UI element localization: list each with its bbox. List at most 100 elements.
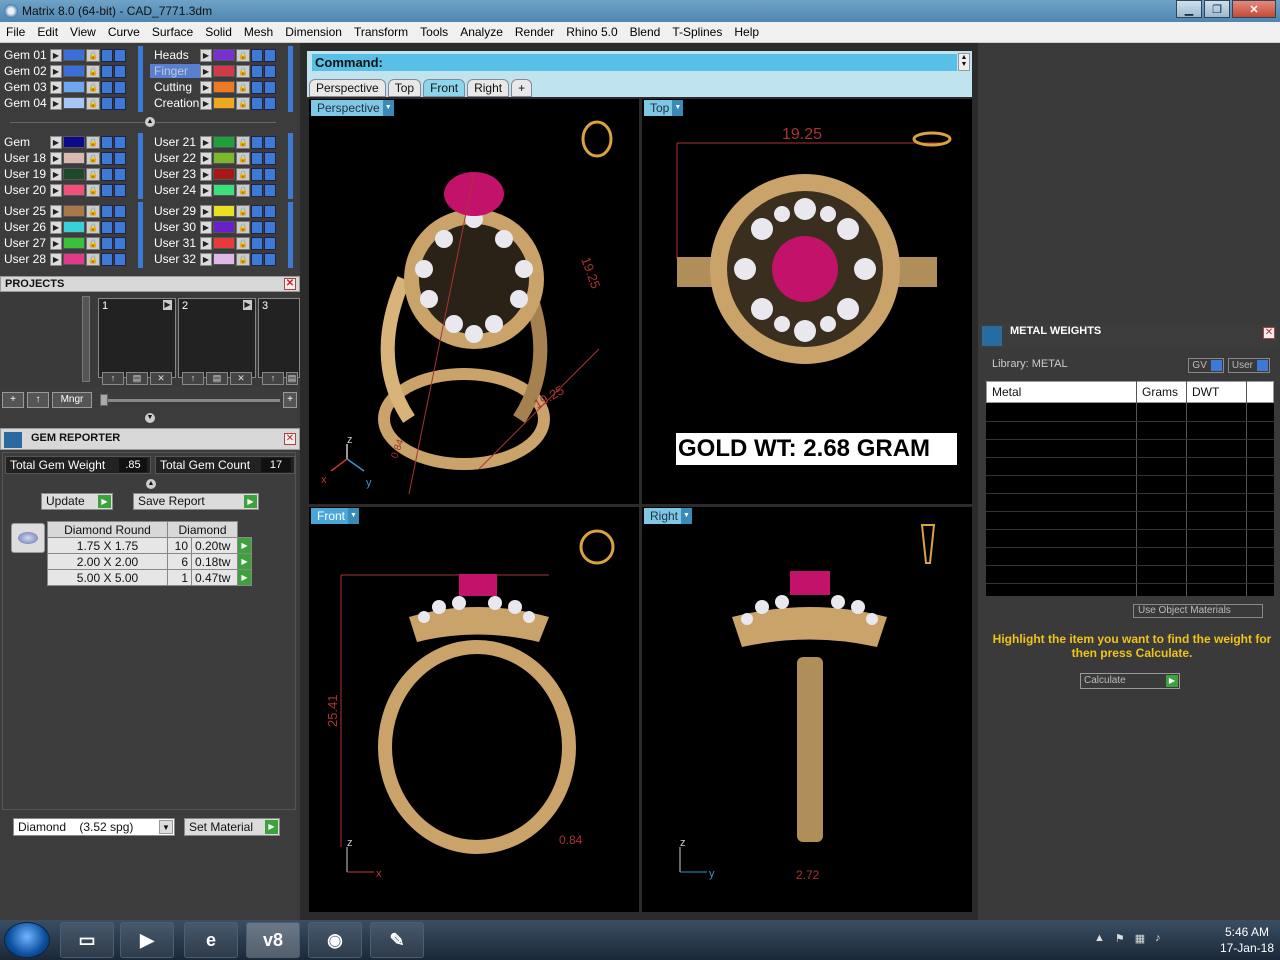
- play-icon[interactable]: ▶: [50, 135, 62, 149]
- play-icon[interactable]: ▶: [50, 151, 62, 165]
- layer-name[interactable]: User 19: [0, 167, 50, 181]
- right-viewport[interactable]: Right ▼ 2.72 z y: [642, 507, 972, 912]
- visibility-toggle[interactable]: [101, 183, 113, 197]
- layer-color-swatch[interactable]: [63, 152, 85, 164]
- visibility-toggle[interactable]: [101, 64, 113, 78]
- play-icon[interactable]: ▶: [50, 167, 62, 181]
- lock-icon[interactable]: 🔒: [86, 236, 100, 250]
- internet-explorer-icon[interactable]: e: [184, 922, 238, 958]
- menu-solid[interactable]: Solid: [199, 25, 238, 39]
- visibility-toggle[interactable]: [101, 167, 113, 181]
- layer-toggle[interactable]: [264, 96, 276, 110]
- menu-analyze[interactable]: Analyze: [454, 25, 509, 39]
- visibility-toggle[interactable]: [251, 183, 263, 197]
- layer-toggle[interactable]: [114, 204, 126, 218]
- layer-name[interactable]: Creation: [150, 96, 200, 110]
- layer-row[interactable]: User 28 ▶ 🔒: [0, 251, 127, 267]
- layer-row[interactable]: Cutting ▶ 🔒: [150, 79, 277, 95]
- layer-row[interactable]: Creation ▶ 🔒: [150, 95, 277, 111]
- lock-icon[interactable]: 🔒: [236, 220, 250, 234]
- layer-color-swatch[interactable]: [63, 65, 85, 77]
- zoom-in-button[interactable]: +: [283, 392, 297, 408]
- lock-icon[interactable]: 🔒: [236, 236, 250, 250]
- menu-surface[interactable]: Surface: [146, 25, 199, 39]
- layer-color-swatch[interactable]: [213, 168, 235, 180]
- layer-name[interactable]: User 18: [0, 151, 50, 165]
- visibility-toggle[interactable]: [101, 96, 113, 110]
- collapse-icon[interactable]: ▲: [146, 479, 156, 489]
- layer-toggle[interactable]: [264, 204, 276, 218]
- layer-row[interactable]: User 31 ▶ 🔒: [150, 235, 277, 251]
- lock-icon[interactable]: 🔒: [236, 48, 250, 62]
- layer-row[interactable]: User 24 ▶ 🔒: [150, 182, 277, 198]
- lock-icon[interactable]: 🔒: [86, 48, 100, 62]
- save-icon[interactable]: ▤: [286, 372, 298, 385]
- play-icon[interactable]: ▶: [237, 569, 252, 586]
- close-icon[interactable]: ✕: [284, 433, 296, 445]
- layer-color-swatch[interactable]: [213, 81, 235, 93]
- tab-perspective[interactable]: Perspective: [309, 79, 386, 97]
- project-slot[interactable]: 1 ▶: [98, 298, 176, 378]
- layer-toggle[interactable]: [114, 80, 126, 94]
- layer-toggle[interactable]: [114, 183, 126, 197]
- layer-row[interactable]: User 20 ▶ 🔒: [0, 182, 127, 198]
- layer-toggle[interactable]: [264, 183, 276, 197]
- layer-color-swatch[interactable]: [63, 168, 85, 180]
- layer-name[interactable]: Gem 02: [0, 64, 50, 78]
- lock-icon[interactable]: 🔒: [86, 96, 100, 110]
- layer-name[interactable]: User 26: [0, 220, 50, 234]
- play-icon[interactable]: ▶: [200, 151, 212, 165]
- layer-color-swatch[interactable]: [63, 81, 85, 93]
- layer-name[interactable]: User 25: [0, 204, 50, 218]
- layer-name[interactable]: User 28: [0, 252, 50, 266]
- visibility-toggle[interactable]: [251, 220, 263, 234]
- visibility-toggle[interactable]: [251, 236, 263, 250]
- layer-color-swatch[interactable]: [63, 253, 85, 265]
- layer-color-swatch[interactable]: [213, 152, 235, 164]
- play-icon[interactable]: ▶: [200, 236, 212, 250]
- layer-row[interactable]: User 22 ▶ 🔒: [150, 150, 277, 166]
- menu-dimension[interactable]: Dimension: [279, 25, 348, 39]
- tab-top[interactable]: Top: [387, 79, 422, 97]
- calculate-button[interactable]: Calculate ▶: [1080, 673, 1180, 689]
- layer-row[interactable]: Gem 02 ▶ 🔒: [0, 63, 127, 79]
- upload-icon[interactable]: ↑: [102, 372, 124, 385]
- command-line[interactable]: Command:: [312, 54, 957, 71]
- file-explorer-icon[interactable]: ▭: [60, 922, 114, 958]
- start-button[interactable]: [4, 922, 50, 958]
- project-slot[interactable]: 3: [258, 298, 300, 378]
- play-icon[interactable]: ▶: [237, 553, 252, 570]
- layer-color-swatch[interactable]: [63, 221, 85, 233]
- play-icon[interactable]: ▶: [237, 537, 252, 554]
- layer-row[interactable]: User 26 ▶ 🔒: [0, 219, 127, 235]
- play-icon[interactable]: ▶: [200, 220, 212, 234]
- layer-toggle[interactable]: [264, 236, 276, 250]
- layer-toggle[interactable]: [264, 151, 276, 165]
- layer-color-swatch[interactable]: [213, 237, 235, 249]
- play-icon[interactable]: ▶: [243, 300, 252, 310]
- play-icon[interactable]: ▶: [200, 48, 212, 62]
- network-icon[interactable]: ▦: [1135, 932, 1145, 945]
- play-icon[interactable]: ▶: [200, 167, 212, 181]
- minimize-button[interactable]: ▁: [1176, 0, 1202, 18]
- layer-toggle[interactable]: [264, 220, 276, 234]
- layer-row[interactable]: Gem ▶ 🔒: [0, 134, 127, 150]
- lock-icon[interactable]: 🔒: [236, 135, 250, 149]
- layer-row[interactable]: User 32 ▶ 🔒: [150, 251, 277, 267]
- project-zoom-slider[interactable]: [100, 399, 280, 402]
- play-icon[interactable]: ▶: [50, 96, 62, 110]
- menu-render[interactable]: Render: [509, 25, 560, 39]
- play-icon[interactable]: ▶: [163, 300, 172, 310]
- layer-name[interactable]: Gem: [0, 135, 50, 149]
- play-icon[interactable]: ▶: [200, 252, 212, 266]
- play-icon[interactable]: ▶: [50, 80, 62, 94]
- layer-name[interactable]: Finger: [150, 64, 200, 78]
- layer-toggle[interactable]: [264, 135, 276, 149]
- upload-icon[interactable]: ↑: [262, 372, 284, 385]
- lock-icon[interactable]: 🔒: [86, 80, 100, 94]
- menu-file[interactable]: File: [0, 25, 31, 39]
- chevron-down-icon[interactable]: ▼: [159, 820, 173, 834]
- layer-name[interactable]: User 29: [150, 204, 200, 218]
- visibility-toggle[interactable]: [101, 151, 113, 165]
- layer-toggle[interactable]: [114, 151, 126, 165]
